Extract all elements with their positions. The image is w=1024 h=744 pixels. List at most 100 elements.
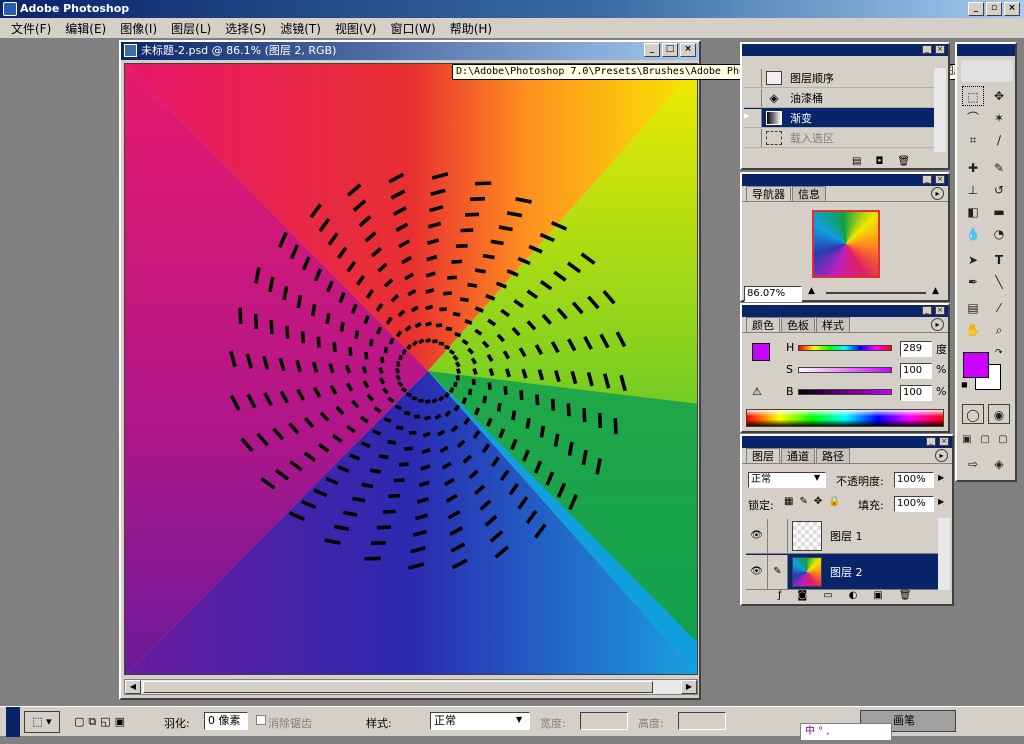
layer-style-icon[interactable]: ƒ	[778, 590, 782, 601]
move-tool-icon[interactable]: ✥	[988, 86, 1010, 106]
horizontal-scrollbar[interactable]: ◀ ▶	[124, 679, 698, 695]
history-brush-source[interactable]	[744, 88, 762, 107]
layer-set-icon[interactable]: ▭	[823, 590, 832, 601]
intersect-selection-icon[interactable]: ▣	[115, 715, 125, 729]
healing-brush-icon[interactable]: ✚	[962, 158, 984, 178]
subtract-selection-icon[interactable]: ◱	[100, 715, 110, 729]
opacity-field[interactable]: 100%	[894, 472, 934, 488]
hue-slider[interactable]	[798, 345, 892, 351]
layer-mask-icon[interactable]: ◙	[798, 590, 808, 601]
history-item-selected[interactable]: ▸ 渐变	[744, 108, 936, 128]
new-document-from-state-icon[interactable]: ▤	[852, 156, 861, 167]
menu-edit[interactable]: 编辑(E)	[58, 20, 113, 37]
jump-to-imageready-icon[interactable]: ⇨	[962, 454, 984, 474]
navigator-minimize-button[interactable]: _	[922, 175, 932, 184]
gradient-tool-icon[interactable]: ▬	[988, 202, 1010, 222]
doc-close-button[interactable]: ×	[680, 43, 696, 57]
trash-icon[interactable]: 🗑	[899, 590, 912, 601]
lock-transparency-icon[interactable]: ▦	[784, 496, 793, 507]
tab-info[interactable]: 信息	[792, 186, 826, 201]
tab-color[interactable]: 颜色	[746, 317, 780, 332]
style-chevron-icon[interactable]: ▼	[516, 715, 522, 724]
tab-styles[interactable]: 样式	[816, 317, 850, 332]
lock-image-icon[interactable]: ✎	[799, 496, 807, 507]
color-menu-button[interactable]: ▸	[931, 318, 944, 331]
doc-maximize-button[interactable]: □	[662, 43, 678, 57]
color-titlebar[interactable]: _ ×	[742, 305, 948, 317]
crop-tool-icon[interactable]: ⌗	[962, 130, 984, 150]
layer-row[interactable]: 👁 图层 1	[746, 518, 940, 554]
delete-state-icon[interactable]: 🗑	[897, 156, 910, 167]
brightness-slider[interactable]	[798, 389, 892, 395]
new-selection-icon[interactable]: ▢	[74, 715, 84, 729]
menu-window[interactable]: 窗口(W)	[383, 20, 442, 37]
adjustment-layer-icon[interactable]: ◐	[849, 590, 858, 601]
menu-filter[interactable]: 滤镜(T)	[273, 20, 328, 37]
history-item[interactable]: ◈ 油漆桶	[744, 88, 936, 108]
swap-colors-icon[interactable]: ↷	[995, 348, 1003, 358]
menu-layer[interactable]: 图层(L)	[164, 20, 218, 37]
blur-tool-icon[interactable]: 💧	[962, 224, 984, 244]
fill-field[interactable]: 100%	[894, 496, 934, 512]
s-value-field[interactable]: 100	[900, 363, 932, 379]
history-brush-icon[interactable]: ↺	[988, 180, 1010, 200]
menu-image[interactable]: 图像(I)	[113, 20, 164, 37]
scroll-thumb[interactable]	[143, 681, 653, 693]
scroll-left-button[interactable]: ◀	[125, 680, 141, 694]
lock-position-icon[interactable]: ✥	[814, 496, 822, 507]
brush-icon[interactable]: ✎	[768, 554, 788, 589]
navigator-thumbnail[interactable]	[812, 210, 880, 278]
menu-select[interactable]: 选择(S)	[218, 20, 273, 37]
history-close-button[interactable]: ×	[935, 45, 945, 54]
menu-file[interactable]: 文件(F)	[4, 20, 58, 37]
gamut-warning-icon[interactable]: ⚠	[752, 385, 762, 398]
restore-button[interactable]: ▫	[986, 2, 1002, 16]
zoom-tool-icon[interactable]: ⌕	[988, 320, 1010, 340]
tab-layers[interactable]: 图层	[746, 448, 780, 463]
line-tool-icon[interactable]: ╲	[988, 272, 1010, 292]
standard-mode-icon[interactable]: ◯	[962, 404, 984, 424]
layers-minimize-button[interactable]: _	[926, 437, 936, 446]
ime-indicator[interactable]: 中 ° ,	[800, 723, 892, 741]
lock-all-icon[interactable]: 🔒	[828, 496, 840, 507]
scroll-right-button[interactable]: ▶	[681, 680, 697, 694]
b-value-field[interactable]: 100	[900, 385, 932, 401]
tab-swatches[interactable]: 色板	[781, 317, 815, 332]
default-colors-icon[interactable]: ◼	[961, 380, 968, 389]
magic-wand-icon[interactable]: ✶	[988, 108, 1010, 128]
history-item[interactable]: 载入选区	[744, 128, 936, 148]
quick-mask-icon[interactable]: ◉	[988, 404, 1010, 424]
lasso-tool-icon[interactable]: ⌒	[962, 108, 984, 128]
color-ramp[interactable]	[746, 409, 944, 427]
adobe-online-icon[interactable]	[961, 60, 1013, 82]
doc-minimize-button[interactable]: _	[644, 43, 660, 57]
layer-row-selected[interactable]: 👁 ✎ 图层 2	[746, 554, 940, 590]
saturation-slider[interactable]	[798, 367, 892, 373]
screen-mode-standard-icon[interactable]: ▣	[959, 430, 975, 450]
history-item[interactable]: 图层顺序	[744, 68, 936, 88]
navigator-zoom-slider[interactable]	[826, 292, 926, 294]
eye-icon[interactable]: 👁	[746, 554, 768, 589]
antialias-checkbox[interactable]	[256, 715, 266, 725]
layers-close-button[interactable]: ×	[939, 437, 949, 446]
width-field[interactable]	[580, 712, 628, 730]
tab-paths[interactable]: 路径	[816, 448, 850, 463]
zoom-in-icon[interactable]: ▲	[932, 286, 939, 296]
hand-tool-icon[interactable]: ✋	[962, 320, 984, 340]
eraser-tool-icon[interactable]: ◧	[962, 202, 984, 222]
foreground-swatch[interactable]	[752, 343, 770, 361]
tab-channels[interactable]: 通道	[781, 448, 815, 463]
navigator-menu-button[interactable]: ▸	[931, 187, 944, 200]
height-field[interactable]	[678, 712, 726, 730]
opacity-arrow-icon[interactable]: ▶	[938, 473, 944, 482]
layers-menu-button[interactable]: ▸	[935, 449, 948, 462]
slice-tool-icon[interactable]: ∕	[988, 130, 1010, 150]
zoom-out-icon[interactable]: ▲	[808, 286, 815, 296]
image-canvas[interactable]	[124, 63, 698, 675]
history-brush-source[interactable]: ▸	[744, 108, 762, 127]
close-button[interactable]: ×	[1004, 2, 1020, 16]
screen-mode-full-icon[interactable]: ▢	[995, 430, 1011, 450]
add-selection-icon[interactable]: ⧉	[88, 715, 96, 729]
navigator-close-button[interactable]: ×	[935, 175, 945, 184]
imageready-icon[interactable]: ◈	[988, 454, 1010, 474]
